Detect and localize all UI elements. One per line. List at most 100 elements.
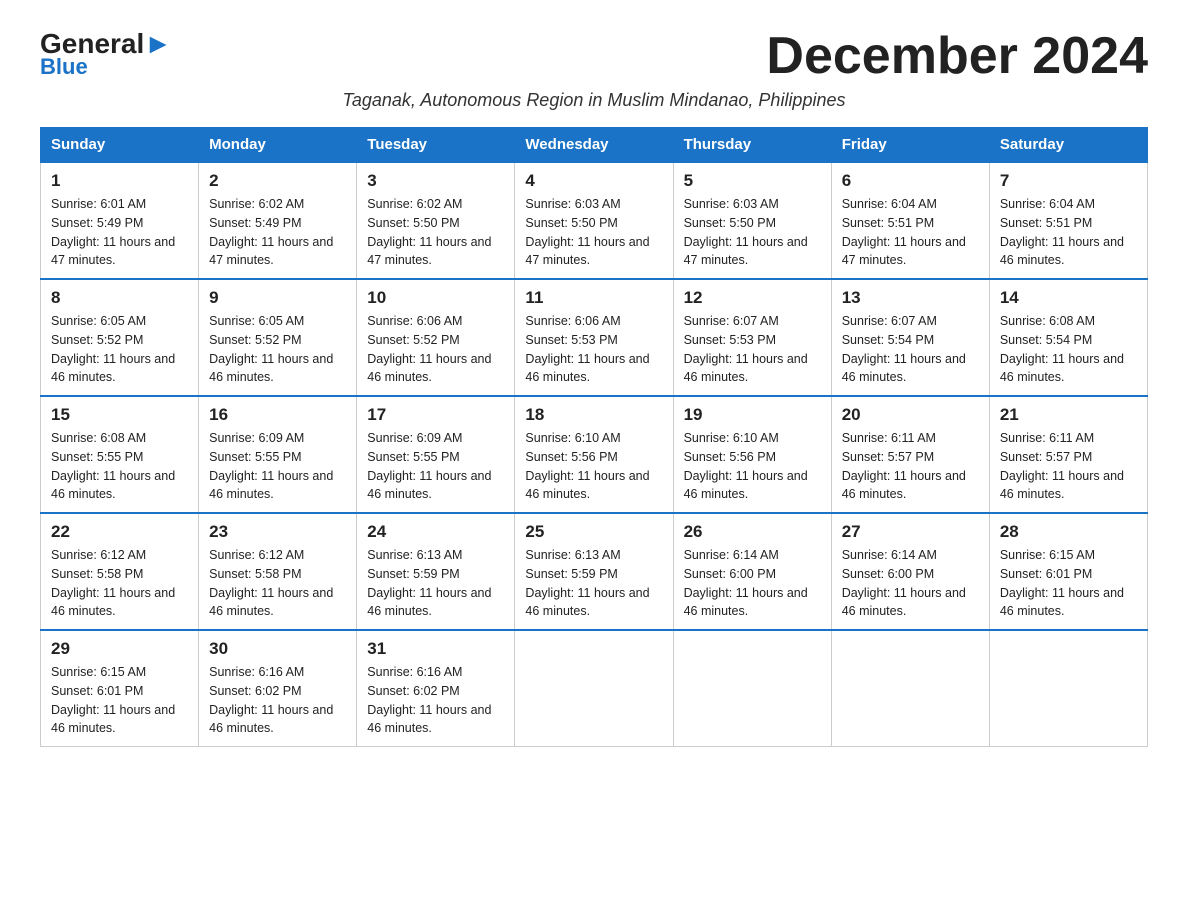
- day-info: Sunrise: 6:04 AM Sunset: 5:51 PM Dayligh…: [1000, 195, 1137, 270]
- calendar-cell: 30 Sunrise: 6:16 AM Sunset: 6:02 PM Dayl…: [199, 630, 357, 747]
- day-number: 11: [525, 288, 662, 308]
- calendar-cell: 14 Sunrise: 6:08 AM Sunset: 5:54 PM Dayl…: [989, 279, 1147, 396]
- day-number: 5: [684, 171, 821, 191]
- header-saturday: Saturday: [989, 128, 1147, 163]
- day-number: 13: [842, 288, 979, 308]
- calendar-cell: 20 Sunrise: 6:11 AM Sunset: 5:57 PM Dayl…: [831, 396, 989, 513]
- day-number: 24: [367, 522, 504, 542]
- day-number: 15: [51, 405, 188, 425]
- header-sunday: Sunday: [41, 128, 199, 163]
- calendar-cell: 19 Sunrise: 6:10 AM Sunset: 5:56 PM Dayl…: [673, 396, 831, 513]
- day-number: 25: [525, 522, 662, 542]
- day-info: Sunrise: 6:07 AM Sunset: 5:54 PM Dayligh…: [842, 312, 979, 387]
- logo: General► Blue: [40, 30, 172, 80]
- day-info: Sunrise: 6:12 AM Sunset: 5:58 PM Dayligh…: [209, 546, 346, 621]
- calendar-cell: [673, 630, 831, 747]
- day-number: 2: [209, 171, 346, 191]
- day-info: Sunrise: 6:04 AM Sunset: 5:51 PM Dayligh…: [842, 195, 979, 270]
- header-row: Sunday Monday Tuesday Wednesday Thursday…: [41, 128, 1148, 163]
- calendar-cell: 17 Sunrise: 6:09 AM Sunset: 5:55 PM Dayl…: [357, 396, 515, 513]
- month-title: December 2024: [766, 30, 1148, 82]
- day-number: 9: [209, 288, 346, 308]
- calendar-cell: 22 Sunrise: 6:12 AM Sunset: 5:58 PM Dayl…: [41, 513, 199, 630]
- calendar-cell: 13 Sunrise: 6:07 AM Sunset: 5:54 PM Dayl…: [831, 279, 989, 396]
- calendar-cell: [515, 630, 673, 747]
- day-info: Sunrise: 6:05 AM Sunset: 5:52 PM Dayligh…: [209, 312, 346, 387]
- day-info: Sunrise: 6:02 AM Sunset: 5:50 PM Dayligh…: [367, 195, 504, 270]
- day-info: Sunrise: 6:09 AM Sunset: 5:55 PM Dayligh…: [367, 429, 504, 504]
- calendar-cell: 18 Sunrise: 6:10 AM Sunset: 5:56 PM Dayl…: [515, 396, 673, 513]
- day-info: Sunrise: 6:10 AM Sunset: 5:56 PM Dayligh…: [684, 429, 821, 504]
- calendar-cell: 11 Sunrise: 6:06 AM Sunset: 5:53 PM Dayl…: [515, 279, 673, 396]
- day-number: 22: [51, 522, 188, 542]
- day-number: 28: [1000, 522, 1137, 542]
- calendar-cell: 31 Sunrise: 6:16 AM Sunset: 6:02 PM Dayl…: [357, 630, 515, 747]
- calendar-header: Sunday Monday Tuesday Wednesday Thursday…: [41, 128, 1148, 163]
- day-info: Sunrise: 6:03 AM Sunset: 5:50 PM Dayligh…: [525, 195, 662, 270]
- calendar-cell: 21 Sunrise: 6:11 AM Sunset: 5:57 PM Dayl…: [989, 396, 1147, 513]
- day-number: 26: [684, 522, 821, 542]
- calendar-cell: 27 Sunrise: 6:14 AM Sunset: 6:00 PM Dayl…: [831, 513, 989, 630]
- calendar-cell: 10 Sunrise: 6:06 AM Sunset: 5:52 PM Dayl…: [357, 279, 515, 396]
- calendar-cell: 8 Sunrise: 6:05 AM Sunset: 5:52 PM Dayli…: [41, 279, 199, 396]
- calendar-cell: 9 Sunrise: 6:05 AM Sunset: 5:52 PM Dayli…: [199, 279, 357, 396]
- day-number: 17: [367, 405, 504, 425]
- day-number: 30: [209, 639, 346, 659]
- day-info: Sunrise: 6:01 AM Sunset: 5:49 PM Dayligh…: [51, 195, 188, 270]
- day-info: Sunrise: 6:06 AM Sunset: 5:53 PM Dayligh…: [525, 312, 662, 387]
- day-number: 16: [209, 405, 346, 425]
- day-info: Sunrise: 6:08 AM Sunset: 5:54 PM Dayligh…: [1000, 312, 1137, 387]
- calendar-body: 1 Sunrise: 6:01 AM Sunset: 5:49 PM Dayli…: [41, 162, 1148, 747]
- calendar-cell: 26 Sunrise: 6:14 AM Sunset: 6:00 PM Dayl…: [673, 513, 831, 630]
- day-number: 20: [842, 405, 979, 425]
- day-info: Sunrise: 6:15 AM Sunset: 6:01 PM Dayligh…: [51, 663, 188, 738]
- calendar-cell: 2 Sunrise: 6:02 AM Sunset: 5:49 PM Dayli…: [199, 162, 357, 279]
- calendar-week-4: 22 Sunrise: 6:12 AM Sunset: 5:58 PM Dayl…: [41, 513, 1148, 630]
- day-number: 12: [684, 288, 821, 308]
- day-info: Sunrise: 6:16 AM Sunset: 6:02 PM Dayligh…: [209, 663, 346, 738]
- header-thursday: Thursday: [673, 128, 831, 163]
- calendar-week-1: 1 Sunrise: 6:01 AM Sunset: 5:49 PM Dayli…: [41, 162, 1148, 279]
- day-info: Sunrise: 6:13 AM Sunset: 5:59 PM Dayligh…: [525, 546, 662, 621]
- day-number: 31: [367, 639, 504, 659]
- day-info: Sunrise: 6:10 AM Sunset: 5:56 PM Dayligh…: [525, 429, 662, 504]
- calendar-cell: 15 Sunrise: 6:08 AM Sunset: 5:55 PM Dayl…: [41, 396, 199, 513]
- day-info: Sunrise: 6:11 AM Sunset: 5:57 PM Dayligh…: [842, 429, 979, 504]
- calendar-cell: [831, 630, 989, 747]
- calendar-cell: 6 Sunrise: 6:04 AM Sunset: 5:51 PM Dayli…: [831, 162, 989, 279]
- day-number: 10: [367, 288, 504, 308]
- day-number: 27: [842, 522, 979, 542]
- calendar-week-3: 15 Sunrise: 6:08 AM Sunset: 5:55 PM Dayl…: [41, 396, 1148, 513]
- logo-arrow: ►: [144, 28, 172, 59]
- calendar-week-2: 8 Sunrise: 6:05 AM Sunset: 5:52 PM Dayli…: [41, 279, 1148, 396]
- calendar-cell: [989, 630, 1147, 747]
- header-wednesday: Wednesday: [515, 128, 673, 163]
- day-info: Sunrise: 6:14 AM Sunset: 6:00 PM Dayligh…: [684, 546, 821, 621]
- calendar-cell: 24 Sunrise: 6:13 AM Sunset: 5:59 PM Dayl…: [357, 513, 515, 630]
- calendar-week-5: 29 Sunrise: 6:15 AM Sunset: 6:01 PM Dayl…: [41, 630, 1148, 747]
- logo-blue: Blue: [40, 54, 88, 80]
- day-info: Sunrise: 6:12 AM Sunset: 5:58 PM Dayligh…: [51, 546, 188, 621]
- day-info: Sunrise: 6:15 AM Sunset: 6:01 PM Dayligh…: [1000, 546, 1137, 621]
- day-number: 29: [51, 639, 188, 659]
- day-number: 18: [525, 405, 662, 425]
- subtitle: Taganak, Autonomous Region in Muslim Min…: [40, 90, 1148, 111]
- calendar-cell: 16 Sunrise: 6:09 AM Sunset: 5:55 PM Dayl…: [199, 396, 357, 513]
- header-friday: Friday: [831, 128, 989, 163]
- day-info: Sunrise: 6:02 AM Sunset: 5:49 PM Dayligh…: [209, 195, 346, 270]
- page-header: General► Blue December 2024: [40, 30, 1148, 82]
- header-tuesday: Tuesday: [357, 128, 515, 163]
- day-info: Sunrise: 6:05 AM Sunset: 5:52 PM Dayligh…: [51, 312, 188, 387]
- calendar-cell: 25 Sunrise: 6:13 AM Sunset: 5:59 PM Dayl…: [515, 513, 673, 630]
- calendar-table: Sunday Monday Tuesday Wednesday Thursday…: [40, 127, 1148, 747]
- day-info: Sunrise: 6:08 AM Sunset: 5:55 PM Dayligh…: [51, 429, 188, 504]
- day-number: 8: [51, 288, 188, 308]
- header-monday: Monday: [199, 128, 357, 163]
- calendar-cell: 23 Sunrise: 6:12 AM Sunset: 5:58 PM Dayl…: [199, 513, 357, 630]
- calendar-cell: 29 Sunrise: 6:15 AM Sunset: 6:01 PM Dayl…: [41, 630, 199, 747]
- day-number: 19: [684, 405, 821, 425]
- day-info: Sunrise: 6:09 AM Sunset: 5:55 PM Dayligh…: [209, 429, 346, 504]
- day-info: Sunrise: 6:16 AM Sunset: 6:02 PM Dayligh…: [367, 663, 504, 738]
- day-number: 4: [525, 171, 662, 191]
- calendar-cell: 3 Sunrise: 6:02 AM Sunset: 5:50 PM Dayli…: [357, 162, 515, 279]
